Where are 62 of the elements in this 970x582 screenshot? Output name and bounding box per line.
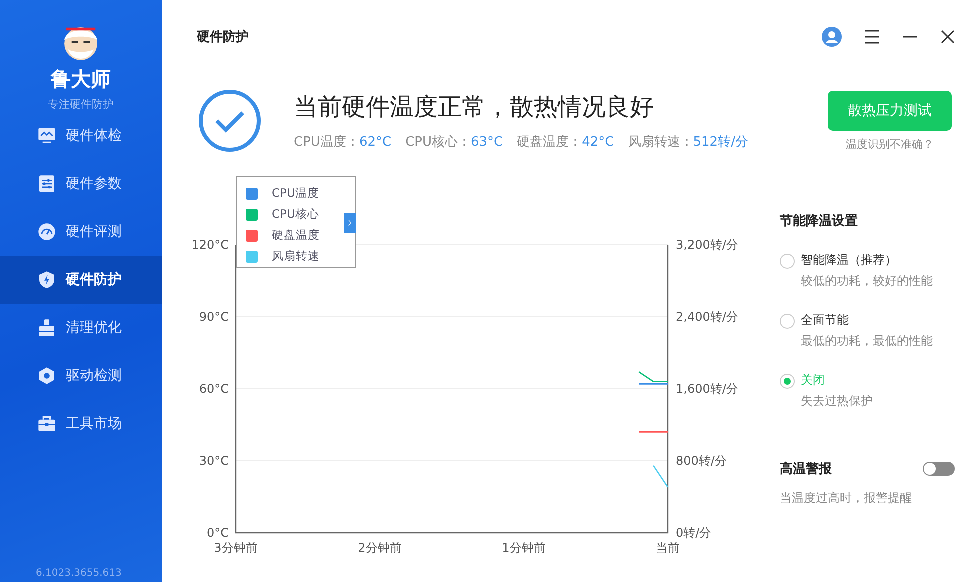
- reading-label: 风扇转速：: [628, 135, 694, 150]
- alert-label: 高温警报: [780, 460, 832, 478]
- alert-toggle-switch[interactable]: [923, 462, 955, 476]
- axis-tick-label: 2,400转/分: [676, 310, 738, 324]
- brand-tagline: 专注硬件防护: [48, 97, 114, 112]
- sliders-icon: [37, 174, 57, 194]
- settings-title: 节能降温设置: [780, 213, 859, 230]
- sidebar-item[interactable]: 硬件评测: [0, 208, 162, 256]
- reading-label: CPU核心：: [406, 135, 471, 150]
- reading-label: CPU温度：: [294, 135, 360, 150]
- checkmark-circle-icon: [198, 89, 262, 153]
- reading-value: 512转/分: [693, 135, 748, 150]
- sidebar-item[interactable]: 硬件体检: [0, 112, 162, 160]
- version-text: 6.1023.3655.613: [36, 568, 122, 579]
- option-label[interactable]: 智能降温（推荐）: [801, 252, 933, 269]
- status-headline: 当前硬件温度正常，散热情况良好: [294, 92, 655, 123]
- option-description: 较低的功耗，较好的性能: [801, 273, 933, 290]
- reading-value: 63°C: [471, 135, 504, 150]
- alert-description: 当温度过高时，报警提醒: [780, 490, 913, 507]
- axis-tick-label: 90°C: [199, 310, 229, 324]
- sidebar-item[interactable]: 硬件参数: [0, 160, 162, 208]
- option-description: 失去过热保护: [801, 393, 873, 410]
- reading-label: 硬盘温度：: [517, 135, 582, 150]
- reading-value: 42°C: [582, 135, 614, 150]
- close-icon[interactable]: [940, 29, 956, 45]
- axis-tick-label: 3,200转/分: [676, 238, 738, 252]
- radio-button[interactable]: [780, 254, 795, 269]
- axis-tick-label: 0转/分: [676, 526, 712, 540]
- chevron-right-icon: [346, 219, 354, 227]
- axis-tick-label: 1分钟前: [502, 541, 546, 555]
- brand-name: 鲁大师: [51, 66, 111, 93]
- axis-tick-label: 60°C: [199, 382, 229, 396]
- menu-icon[interactable]: [864, 29, 880, 45]
- axis-tick-label: 3分钟前: [214, 541, 258, 555]
- axis-tick-label: 120°C: [192, 238, 229, 252]
- monitor-icon: [37, 126, 57, 146]
- legend-label[interactable]: 硬盘温度: [272, 228, 320, 243]
- sidebar-item[interactable]: 驱动检测: [0, 352, 162, 400]
- option-label[interactable]: 全面节能: [801, 312, 933, 329]
- axis-tick-label: 当前: [656, 541, 680, 555]
- legend-label[interactable]: CPU核心: [272, 207, 320, 222]
- shield-lightning-icon: [37, 270, 57, 290]
- reading-value: 62°C: [359, 135, 392, 150]
- option-description: 最低的功耗，最低的性能: [801, 333, 933, 350]
- radio-button[interactable]: [780, 374, 795, 389]
- legend-label[interactable]: CPU温度: [272, 186, 320, 201]
- page-title: 硬件防护: [197, 28, 249, 46]
- sidebar-item[interactable]: 工具市场: [0, 400, 162, 448]
- axis-tick-label: 800转/分: [676, 454, 727, 468]
- legend-label[interactable]: 风扇转速: [272, 249, 320, 264]
- gauge-icon: [37, 222, 57, 242]
- axis-tick-label: 0°C: [206, 526, 229, 540]
- sidebar-item[interactable]: 清理优化: [0, 304, 162, 352]
- toolbox-icon: [37, 414, 57, 434]
- axis-tick-label: 2分钟前: [358, 541, 402, 555]
- user-avatar-icon[interactable]: [822, 27, 842, 47]
- help-link[interactable]: 温度识别不准确？: [846, 136, 934, 152]
- sidebar-item[interactable]: 硬件防护: [0, 256, 162, 304]
- radio-button[interactable]: [780, 314, 795, 329]
- axis-tick-label: 1,600转/分: [676, 382, 738, 396]
- hexagon-nut-icon: [37, 366, 57, 386]
- axis-tick-label: 30°C: [199, 454, 229, 468]
